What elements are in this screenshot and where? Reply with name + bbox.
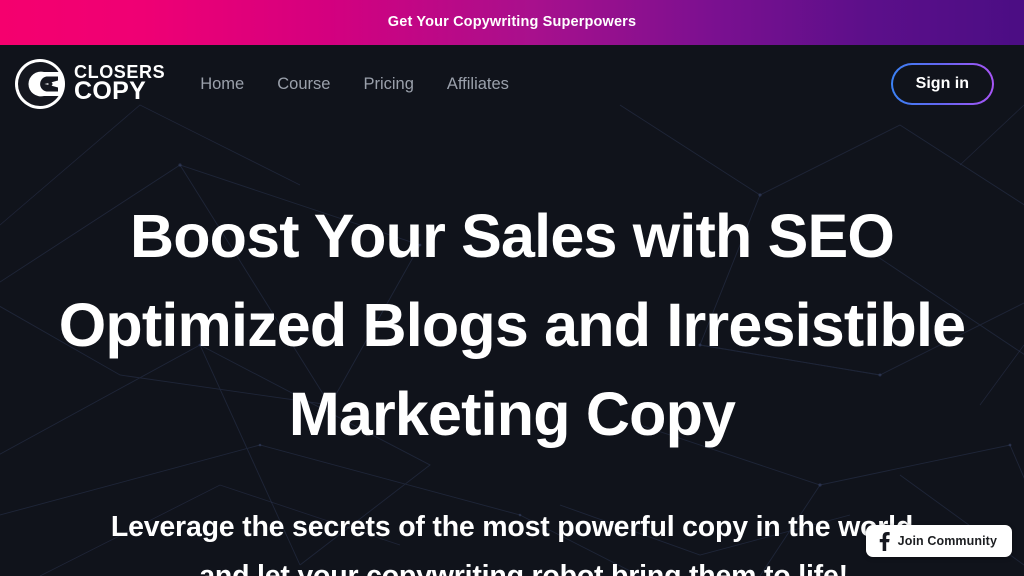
facebook-widget-label: Join Community [897,534,997,548]
nav-links: Home Course Pricing Affiliates [200,75,892,94]
nav-item-course[interactable]: Course [277,75,330,94]
closerscopy-pen-circle-logo [15,59,65,109]
announcement-banner[interactable]: Get Your Copywriting Superpowers [0,0,1024,45]
signin-button[interactable]: Sign in [891,63,994,105]
hero-subheadline: Leverage the secrets of the most powerfu… [110,511,913,576]
announcement-text: Get Your Copywriting Superpowers [387,14,637,31]
signin-button-wrapper: Sign in [891,63,994,105]
brand-logo[interactable]: CLOSERS COPY [14,58,165,110]
brand-line-2: COPY [74,76,147,105]
facebook-join-community-widget[interactable]: Join Community [865,525,1012,557]
nav-item-affiliates[interactable]: Affiliates [447,75,509,94]
landing-page: Get Your Copywriting Superpowers CLOSERS… [0,0,1024,576]
nav-item-pricing[interactable]: Pricing [363,75,413,94]
hero-section: Boost Your Sales with SEO Optimized Blog… [0,192,1024,576]
brand-wordmark: CLOSERS COPY [74,63,165,105]
facebook-f-icon [879,531,890,551]
nav-item-home[interactable]: Home [200,75,244,94]
navbar: CLOSERS COPY Home Course Pricing Affilia… [0,45,1024,123]
hero-headline: Boost Your Sales with SEO Optimized Blog… [58,202,966,449]
